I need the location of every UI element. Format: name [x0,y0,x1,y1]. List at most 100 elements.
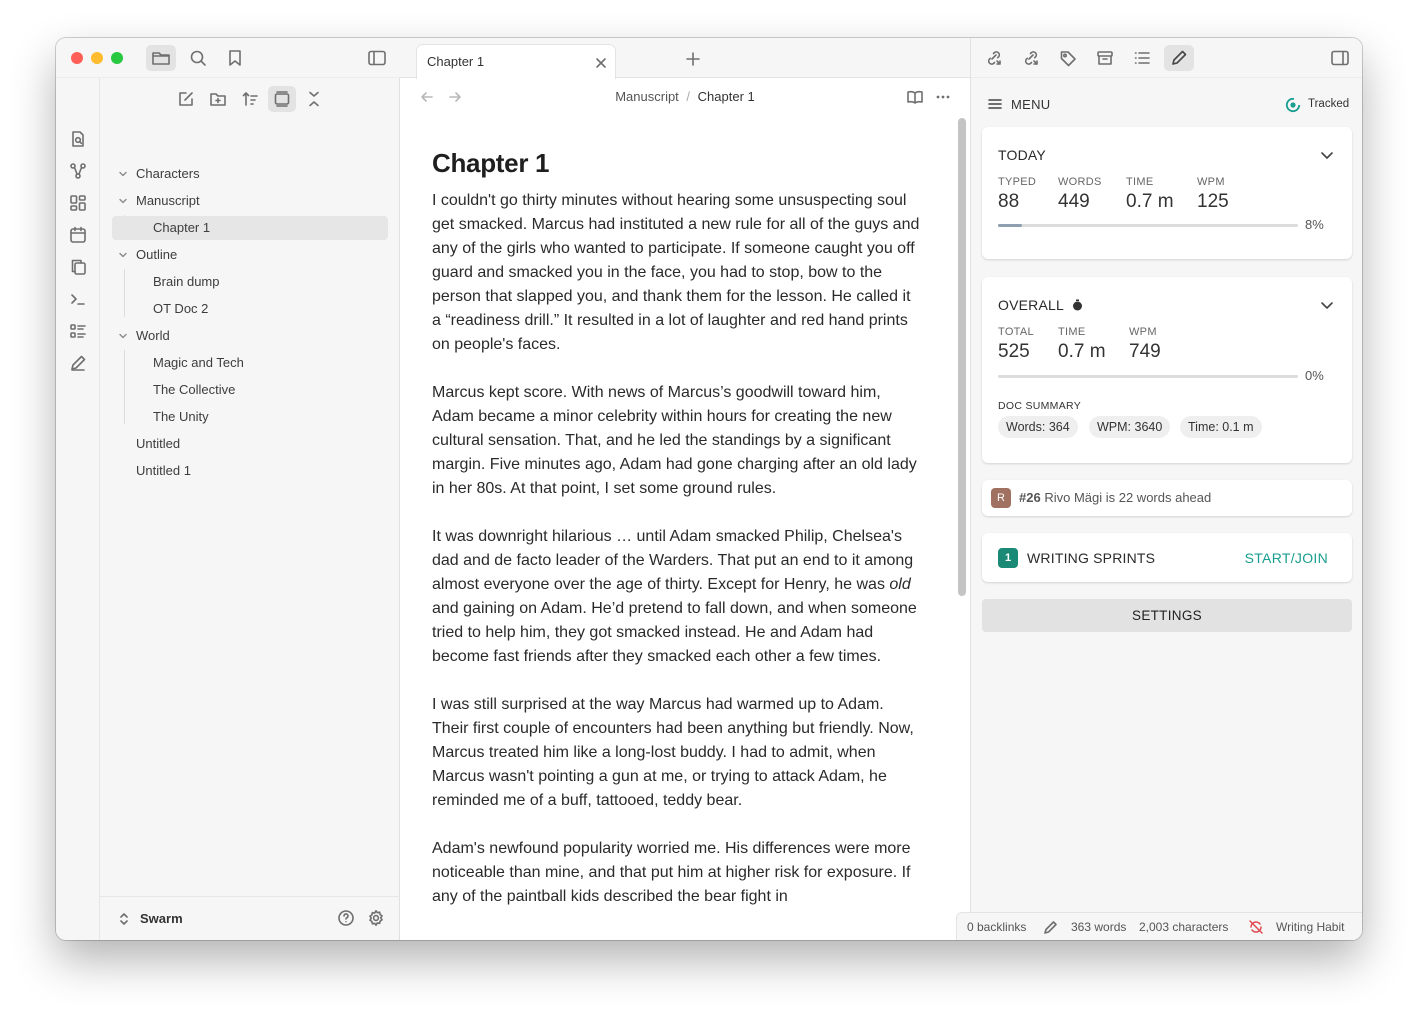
pencil-icon [1172,50,1187,65]
tags-tab-button[interactable] [1053,45,1083,71]
hamburger-menu-icon[interactable] [988,98,1002,110]
leaderboard-rank: #26 [1019,490,1041,505]
edit-icon [179,92,193,106]
tree-file[interactable]: The Unity [112,405,388,429]
canvas-button[interactable] [67,192,89,214]
outline-button[interactable] [67,320,89,342]
tree-folder[interactable]: Outline [112,243,388,267]
collapse-all-button[interactable] [300,86,328,112]
file-explorer-toolbar [100,86,400,114]
new-tab-icon[interactable] [686,52,700,66]
file-explorer: Characters Manuscript Chapter 1 Outline Brai… [100,78,400,940]
note-heading: Chapter 1 [432,148,550,178]
zoom-window-button[interactable] [111,52,123,64]
sort-button[interactable] [236,86,264,112]
archive-tab-button[interactable] [1090,45,1120,71]
overall-collapse-chevron-icon[interactable] [1320,301,1334,310]
stat-label: WORDS [1058,176,1102,188]
writing-habit-status[interactable]: Writing Habit [1276,920,1344,934]
tab-chapter-1[interactable]: Chapter 1 [416,44,616,79]
tree-file[interactable]: Brain dump [112,270,388,294]
view-header: Manuscript / Chapter 1 [400,78,970,116]
panel-menu-row: MENU Tracked [971,90,1362,120]
outgoing-links-tab-button[interactable] [1016,45,1046,71]
stat-label: TIME [1126,176,1154,188]
toggle-left-sidebar-button[interactable] [362,45,392,71]
tree-item-label: Characters [136,166,200,181]
new-folder-button[interactable] [204,86,232,112]
writing-habit-button[interactable] [67,352,89,374]
reading-view-icon[interactable] [906,89,924,105]
link-in-icon [987,51,1001,65]
list-tree-icon [70,324,86,338]
breadcrumb-current[interactable]: Chapter 1 [698,89,755,104]
graph-icon [70,163,86,179]
outline-tab-button[interactable] [1127,45,1157,71]
close-tab-icon[interactable] [595,57,607,69]
auto-reveal-button[interactable] [268,86,296,112]
menu-label[interactable]: MENU [1011,97,1050,112]
writing-habit-tab-button[interactable] [1164,45,1194,71]
more-options-icon[interactable] [935,94,951,100]
tree-file[interactable]: Untitled 1 [112,459,388,483]
vault-switcher: Swarm [100,896,400,940]
search-tab-button[interactable] [183,45,213,71]
today-collapse-chevron-icon[interactable] [1320,151,1334,160]
editor-scrollbar[interactable] [958,118,966,596]
overall-title: OVERALL [998,297,1083,313]
tree-item-label: The Unity [153,409,209,424]
note-content[interactable]: Chapter 1 I couldn't go thirty minutes w… [432,134,922,940]
backlinks-count[interactable]: 0 backlinks [967,920,1026,934]
tree-folder[interactable]: Manuscript [112,189,388,213]
emphasis-old: old [889,576,911,593]
command-palette-button[interactable] [67,288,89,310]
stat-label: TOTAL [998,326,1034,338]
files-tab-button[interactable] [146,45,176,71]
tree-item-label: Manuscript [136,193,200,208]
chevrons-up-down-icon[interactable] [118,911,130,927]
bookmark-icon [229,50,241,66]
tree-file[interactable]: Untitled [112,432,388,456]
collapse-icon [309,91,319,107]
tree-file[interactable]: Chapter 1 [112,216,388,240]
stat-label: TYPED [998,176,1037,188]
bookmarks-tab-button[interactable] [220,45,250,71]
tree-item-label: Brain dump [153,274,220,289]
templates-button[interactable] [67,256,89,278]
close-window-button[interactable] [71,52,83,64]
new-note-button[interactable] [172,86,200,112]
edit-mode-pencil-icon[interactable] [1043,920,1058,935]
tree-folder[interactable]: World [112,324,388,348]
minimize-window-button[interactable] [91,52,103,64]
ribbon [56,78,100,940]
tree-file[interactable]: The Collective [112,378,388,402]
pencil-icon [71,355,86,371]
open-quick-switcher-button[interactable] [67,128,89,150]
start-join-button[interactable]: START/JOIN [1245,550,1328,566]
tree-item-label: Magic and Tech [153,355,244,370]
tree-folder[interactable]: Characters [112,162,388,186]
graph-view-button[interactable] [67,160,89,182]
chevron-down-icon [119,252,127,258]
breadcrumb-parent[interactable]: Manuscript [615,89,679,104]
right-sidebar-toolbar [971,38,1362,78]
daily-note-button[interactable] [67,224,89,246]
settings-gear-icon[interactable] [367,909,385,927]
vault-name[interactable]: Swarm [140,911,183,926]
leaderboard-card[interactable]: R #26 Rivo Mägi is 22 words ahead [982,480,1352,516]
tree-file[interactable]: OT Doc 2 [112,297,388,321]
toggle-right-sidebar-button[interactable] [1325,45,1355,71]
today-progress-label: 8% [1305,217,1324,232]
tree-item-label: World [136,328,170,343]
tree-file[interactable]: Magic and Tech [112,351,388,375]
stat-label: TIME [1058,326,1086,338]
word-count: 363 words [1071,920,1127,934]
help-icon[interactable] [337,909,355,927]
leaderboard-message: Rivo Mägi is 22 words ahead [1044,490,1212,505]
settings-button[interactable]: SETTINGS [982,599,1352,632]
paragraph-3: It was downright hilarious … until Adam … [432,525,922,669]
stat-value: 125 [1197,191,1229,212]
backlinks-tab-button[interactable] [979,45,1009,71]
sync-error-icon[interactable] [1248,919,1264,935]
stat-value: 525 [998,341,1030,362]
